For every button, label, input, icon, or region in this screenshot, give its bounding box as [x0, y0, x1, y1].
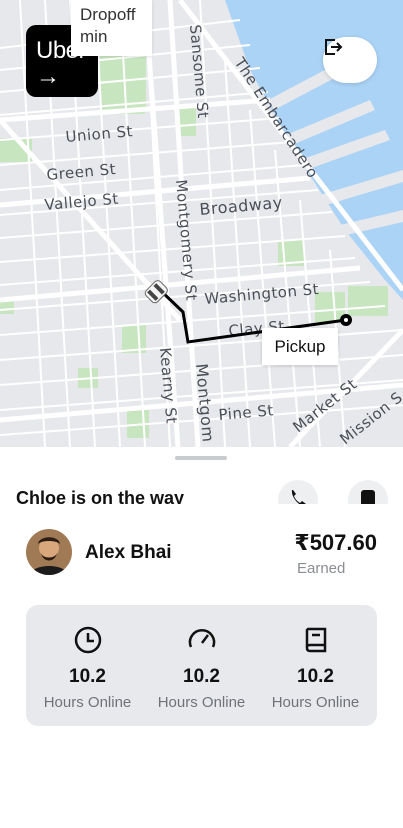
logout-icon [325, 39, 343, 55]
stat-item: 10.2 Hours Online [257, 605, 374, 726]
earnings-amount: ₹507.60 [294, 530, 377, 555]
book-icon [305, 627, 327, 653]
stat-label: Hours Online [157, 694, 246, 711]
trip-status-row: Chloe is on the way [0, 477, 403, 504]
phone-icon [291, 490, 306, 504]
stats-card: 10.2 Hours Online 10.2 Hours Online 10.2… [26, 605, 377, 726]
stat-value: 10.2 [183, 666, 220, 687]
exit-button[interactable] [323, 37, 377, 83]
message-button[interactable] [348, 480, 388, 504]
stat-item: 10.2 Hours Online [29, 605, 146, 726]
dropoff-label[interactable]: Dropoff min [71, 0, 152, 56]
stat-value: 10.2 [297, 666, 334, 687]
stat-label: Hours Online [271, 694, 360, 711]
map-view[interactable]: Union St Green St Vallejo St Broadway Sa… [0, 0, 403, 447]
speedometer-icon [188, 629, 216, 648]
bottom-sheet: Chloe is on the way Alex Bhai ₹507.60 Ea… [0, 447, 403, 828]
uber-logo-arrow: → [36, 63, 60, 90]
message-icon [361, 490, 375, 504]
street-label-washington: Washington St [204, 280, 320, 308]
stat-item: 10.2 Hours Online [143, 605, 260, 726]
trip-status-text: Chloe is on the way [16, 488, 185, 504]
driver-row: Alex Bhai ₹507.60 Earned [0, 529, 403, 581]
sheet-drag-handle[interactable] [175, 456, 227, 460]
driver-name: Alex Bhai [85, 542, 172, 563]
stat-label: Hours Online [43, 694, 132, 711]
call-button[interactable] [278, 480, 318, 504]
pickup-label[interactable]: Pickup [262, 328, 338, 365]
dropoff-title: Dropoff [80, 5, 136, 24]
street-label-union: Union St [65, 122, 134, 146]
dropoff-eta: min [80, 27, 108, 46]
street-label-kearny: Kearny St [156, 347, 181, 425]
avatar-image [26, 529, 72, 575]
clock-icon [74, 626, 102, 654]
avatar[interactable] [26, 529, 72, 575]
earnings-label: Earned [297, 560, 346, 577]
stat-value: 10.2 [69, 666, 106, 687]
street-label-pine: Pine St [218, 401, 275, 424]
